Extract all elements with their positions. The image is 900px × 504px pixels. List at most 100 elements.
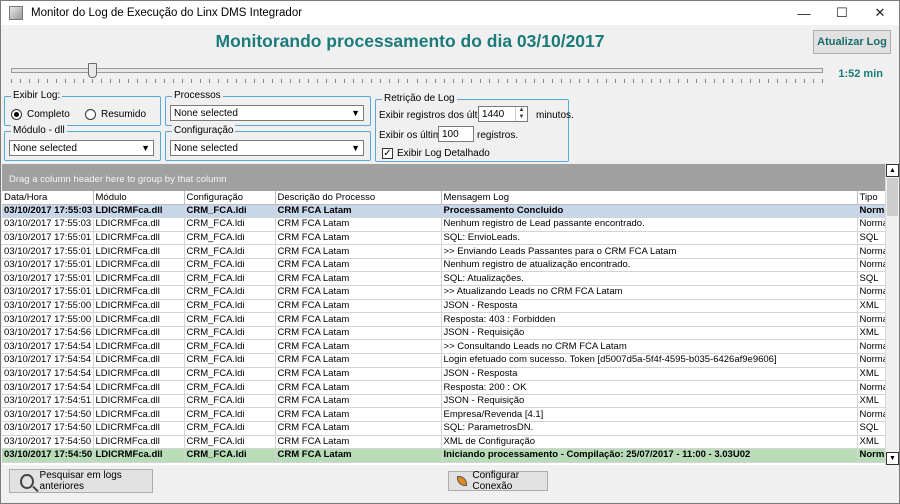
minimize-icon[interactable]: —	[785, 1, 823, 25]
processos-select[interactable]: None selected ▼	[170, 105, 364, 121]
ultimos-input-value: 100	[442, 128, 459, 140]
slider-tick	[417, 79, 418, 83]
table-cell: CRM FCA Latam	[275, 258, 442, 273]
radio-completo[interactable]: Completo	[11, 109, 70, 120]
configuracao-select[interactable]: None selected ▼	[170, 140, 364, 156]
slider-thumb[interactable]	[88, 63, 97, 78]
table-cell: CRM FCA Latam	[275, 367, 442, 382]
table-row[interactable]: 03/10/2017 17:55:03 LDICRMFca.dll CRM_FCA.…	[2, 217, 885, 232]
slider-tick	[759, 79, 760, 83]
modulo-select-value: None selected	[13, 142, 77, 154]
registros-input[interactable]: 1440 ▲ ▼	[478, 106, 528, 122]
slider-tick	[741, 79, 742, 83]
table-cell: CRM_FCA.ldi	[184, 339, 276, 355]
table-cell: CRM FCA Latam	[275, 394, 442, 409]
table-cell: SQL	[857, 421, 885, 436]
table-cell: CRM FCA Latam	[275, 353, 442, 368]
table-row[interactable]: 03/10/2017 17:54:56 LDICRMFca.dll CRM_FCA.…	[2, 326, 885, 341]
table-cell: CRM_FCA.ldi	[184, 353, 276, 368]
table-row[interactable]: 03/10/2017 17:55:01 LDICRMFca.dll CRM_FCA.…	[2, 271, 885, 287]
column-header[interactable]: Data/Hora	[2, 191, 94, 205]
table-row[interactable]: 03/10/2017 17:54:51 LDICRMFca.dll CRM_FCA.…	[2, 394, 885, 409]
table-cell: 03/10/2017 17:55:01	[2, 285, 94, 300]
table-row[interactable]: 03/10/2017 17:55:01 LDICRMFca.dll CRM_FCA.…	[2, 258, 885, 273]
slider-tick	[362, 79, 363, 83]
table-row[interactable]: 03/10/2017 17:54:50 LDICRMFca.dll CRM_FCA.…	[2, 448, 885, 463]
window-title: Monitor do Log de Execução do Linx DMS I…	[31, 7, 303, 19]
radio-resumido[interactable]: Resumido	[85, 109, 146, 120]
table-cell: 03/10/2017 17:55:01	[2, 244, 94, 259]
slider-tick	[462, 79, 463, 83]
table-row[interactable]: 03/10/2017 17:54:54 LDICRMFca.dll CRM_FCA.…	[2, 353, 885, 368]
slider-tick	[29, 79, 30, 83]
table-cell: SQL	[857, 231, 885, 246]
table-cell: Norma	[857, 339, 885, 355]
scroll-up-icon[interactable]: ▲	[886, 164, 899, 177]
table-row[interactable]: 03/10/2017 17:55:01 LDICRMFca.dll CRM_FCA.…	[2, 244, 885, 259]
table-row[interactable]: 03/10/2017 17:55:00 LDICRMFca.dll CRM_FCA.…	[2, 299, 885, 314]
table-cell: LDICRMFca.dll	[93, 421, 185, 436]
table-row[interactable]: 03/10/2017 17:55:01 LDICRMFca.dll CRM_FCA.…	[2, 231, 885, 246]
radio-dot-icon	[85, 109, 96, 120]
main-window: Monitor do Log de Execução do Linx DMS I…	[0, 0, 900, 504]
column-header[interactable]: Configuração	[184, 191, 276, 205]
vertical-scrollbar[interactable]: ▲ ▼	[885, 164, 899, 465]
ultimos-input[interactable]: 100	[438, 126, 474, 142]
table-cell: Empresa/Revenda [4.1]	[441, 407, 858, 422]
table-cell: 03/10/2017 17:54:54	[2, 353, 94, 368]
table-cell: LDICRMFca.dll	[93, 394, 185, 409]
radio-dot-icon	[11, 109, 22, 120]
table-row[interactable]: 03/10/2017 17:55:03 LDICRMFca.dll CRM_FCA.…	[2, 204, 885, 219]
spinner-icon[interactable]: ▲ ▼	[515, 107, 527, 121]
slider-tick	[534, 79, 535, 83]
slider-tick	[588, 79, 589, 83]
refresh-log-button[interactable]: Atualizar Log	[813, 30, 891, 54]
table-row[interactable]: 03/10/2017 17:55:00 LDICRMFca.dll CRM_FCA.…	[2, 312, 885, 327]
table-row[interactable]: 03/10/2017 17:55:01 LDICRMFca.dll CRM_FCA.…	[2, 285, 885, 300]
table-row[interactable]: 03/10/2017 17:54:50 LDICRMFca.dll CRM_FCA.…	[2, 407, 885, 422]
table-row[interactable]: 03/10/2017 17:54:50 LDICRMFca.dll CRM_FCA.…	[2, 435, 885, 450]
column-header[interactable]: Tipo	[857, 191, 885, 205]
table-cell: 03/10/2017 17:54:54	[2, 367, 94, 382]
chevron-down-icon: ▼	[141, 143, 150, 153]
retricao-legend: Retrição de Log	[382, 93, 457, 105]
slider-tick	[335, 79, 336, 83]
scroll-thumb[interactable]	[887, 178, 898, 216]
table-cell: Norma	[857, 353, 885, 368]
table-row[interactable]: 03/10/2017 17:54:50 LDICRMFca.dll CRM_FCA.…	[2, 421, 885, 436]
table-cell: 03/10/2017 17:55:01	[2, 258, 94, 273]
chevron-down-icon: ▼	[351, 108, 360, 118]
log-detalhado-checkbox[interactable]: ✓ Exibir Log Detalhado	[382, 148, 490, 159]
retricao-group: Retrição de Log Exibir registros dos últ…	[375, 93, 574, 162]
scroll-down-icon[interactable]: ▼	[886, 452, 899, 465]
table-cell: LDICRMFca.dll	[93, 312, 185, 327]
column-header[interactable]: Descrição do Processo	[275, 191, 442, 205]
group-by-panel[interactable]: Drag a column header here to group by th…	[2, 164, 898, 191]
checkbox-checked-icon: ✓	[382, 148, 393, 159]
slider-tick	[732, 79, 733, 83]
table-row[interactable]: 03/10/2017 17:54:54 LDICRMFca.dll CRM_FCA.…	[2, 339, 885, 355]
table-row[interactable]: 03/10/2017 17:54:54 LDICRMFca.dll CRM_FCA.…	[2, 367, 885, 382]
configuracao-select-value: None selected	[174, 142, 238, 154]
column-header[interactable]: Módulo	[93, 191, 185, 205]
maximize-icon[interactable]: ☐	[823, 1, 861, 25]
table-cell: Norma	[857, 217, 885, 232]
interval-slider[interactable]	[11, 68, 823, 73]
configure-connection-button[interactable]: Configurar Conexão	[448, 470, 548, 492]
configure-connection-label: Configurar Conexão	[472, 470, 520, 492]
slider-tick	[687, 79, 688, 83]
search-previous-logs-button[interactable]: Pesquisar em logs anteriores	[9, 469, 153, 493]
slider-tick	[38, 79, 39, 83]
table-cell: Norma	[857, 285, 885, 300]
table-cell: CRM FCA Latam	[275, 285, 442, 300]
close-icon[interactable]: ✕	[861, 1, 899, 25]
table-row[interactable]: 03/10/2017 17:54:54 LDICRMFca.dll CRM_FCA.…	[2, 380, 885, 395]
slider-tick	[389, 79, 390, 83]
column-header[interactable]: Mensagem Log	[441, 191, 858, 205]
modulo-select[interactable]: None selected ▼	[9, 140, 154, 156]
slider-tick	[236, 79, 237, 83]
table-cell: CRM FCA Latam	[275, 244, 442, 259]
table-cell: CRM_FCA.ldi	[184, 407, 276, 422]
table-cell: CRM_FCA.ldi	[184, 204, 276, 219]
title-bar: Monitor do Log de Execução do Linx DMS I…	[1, 1, 899, 25]
